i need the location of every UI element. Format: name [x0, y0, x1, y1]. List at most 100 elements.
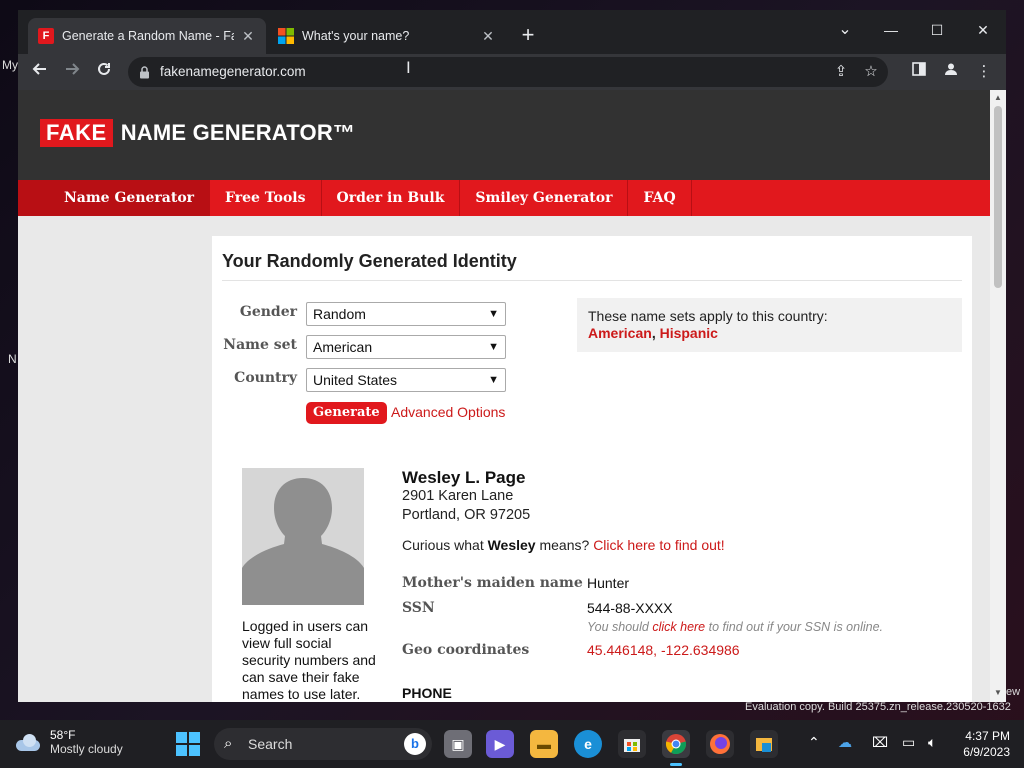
name-meaning-link[interactable]: Click here to find out! [593, 537, 725, 553]
store-icon[interactable] [618, 730, 646, 758]
address-street: 2901 Karen Lane [402, 488, 514, 504]
close-window-button[interactable]: ✕ [960, 16, 1006, 44]
logo-wordmark: NAME GENERATOR™ [120, 120, 356, 145]
chevron-down-icon: ▼ [488, 341, 499, 353]
text-cursor-icon: I [406, 58, 411, 77]
nav-free-tools[interactable]: Free Tools [210, 180, 322, 216]
page-scrollbar[interactable]: ▲ ▼ [990, 90, 1006, 702]
forward-arrow-icon [66, 63, 80, 75]
teams-chat-icon[interactable]: ▶ [486, 730, 514, 758]
nav-faq[interactable]: FAQ [628, 180, 692, 216]
taskbar: 58°F Mostly cloudy ⌕ Search b ▣ ▶ ▬ e ⌃ … [0, 720, 1024, 768]
onedrive-cloud-icon[interactable]: ☁ [838, 734, 852, 751]
nameset-link-hispanic[interactable]: Hispanic [660, 325, 718, 341]
tab-whats-your-name[interactable]: What's your name? ✕ [268, 18, 506, 54]
identity-card: Your Randomly Generated Identity Gender … [212, 236, 972, 702]
nav-name-generator[interactable]: Name Generator [48, 180, 211, 216]
gender-select[interactable]: Random ▼ [306, 302, 506, 326]
maiden-name-label: Mother's maiden name [402, 575, 583, 591]
reload-button[interactable] [91, 59, 117, 85]
task-view-icon[interactable]: ▣ [444, 730, 472, 758]
page-title: Your Randomly Generated Identity [222, 251, 517, 271]
side-panel-icon[interactable] [906, 59, 932, 85]
nav-smiley-generator[interactable]: Smiley Generator [460, 180, 629, 216]
scrollbar-thumb[interactable] [994, 106, 1002, 288]
avatar-placeholder-image [242, 468, 364, 605]
tab-search-dropdown-icon[interactable]: ⌄ [822, 16, 868, 44]
advanced-options-link[interactable]: Advanced Options [391, 404, 505, 420]
name-meaning-line: Curious what Wesley means? Click here to… [402, 537, 725, 553]
file-manager-icon[interactable] [750, 730, 778, 758]
tab-fake-name-generator[interactable]: F Generate a Random Name - Fake ✕ [28, 18, 266, 54]
chevron-down-icon: ▼ [488, 374, 499, 386]
site-navigation: Name Generator Free Tools Order in Bulk … [18, 180, 990, 216]
favicon-fake-name-generator: F [38, 28, 54, 44]
site-header: FAKE NAME GENERATOR™ [18, 90, 990, 180]
back-arrow-icon [32, 63, 46, 75]
show-hidden-icons-chevron-icon[interactable]: ⌃ [808, 734, 820, 751]
share-icon[interactable]: ⇪ [828, 59, 854, 85]
address-city: Portland, OR 97205 [402, 507, 531, 523]
gender-label: Gender [239, 304, 297, 320]
tab-title: What's your name? [302, 29, 410, 43]
desktop-icon-label: N [8, 352, 17, 366]
desktop-icon-label: My [2, 58, 18, 72]
logo-fake-badge: FAKE [40, 119, 113, 147]
chevron-down-icon: ▼ [488, 308, 499, 320]
ssn-value: 544-88-XXXX [587, 600, 673, 616]
login-note: Logged in users can view full social sec… [242, 618, 376, 702]
maiden-name-value: Hunter [587, 575, 630, 591]
firefox-icon[interactable] [706, 730, 734, 758]
nameset-label: Name set [223, 337, 297, 353]
ssn-label: SSN [402, 600, 435, 616]
reload-icon [98, 62, 110, 75]
display-icon[interactable]: ▭ [902, 734, 915, 751]
start-button-windows-icon[interactable] [176, 732, 200, 756]
bing-icon[interactable]: b [404, 733, 426, 755]
divider [222, 280, 962, 281]
ssn-check-link[interactable]: click here [652, 620, 705, 634]
country-label: Country [234, 370, 297, 386]
weather-temp: 58°F [50, 728, 76, 742]
network-icon[interactable]: ⌧ [872, 734, 888, 751]
menu-kebab-icon[interactable]: ⋮ [971, 59, 997, 85]
weather-widget[interactable]: 58°F Mostly cloudy [14, 728, 123, 756]
nameset-select[interactable]: American ▼ [306, 335, 506, 359]
phone-section-heading: PHONE [402, 685, 452, 701]
scroll-down-icon[interactable]: ▼ [990, 688, 1006, 697]
evaluation-watermark: Evaluation copy. Build 25375.zn_release.… [745, 701, 1011, 713]
address-bar[interactable]: fakenamegenerator.com ⇪ ☆ [128, 57, 888, 87]
browser-window: F Generate a Random Name - Fake ✕ What's… [18, 10, 1006, 702]
taskbar-search[interactable]: ⌕ Search b [214, 728, 432, 760]
maximize-button[interactable]: ☐ [914, 16, 960, 44]
site-logo[interactable]: FAKE NAME GENERATOR™ [40, 119, 355, 147]
lock-icon[interactable] [139, 57, 150, 87]
tab-strip: F Generate a Random Name - Fake ✕ What's… [18, 10, 1006, 54]
minimize-button[interactable]: — [868, 16, 914, 44]
search-icon: ⌕ [224, 735, 233, 752]
cloud-icon [14, 732, 42, 752]
nav-order-in-bulk[interactable]: Order in Bulk [322, 180, 461, 216]
back-button[interactable] [27, 59, 53, 85]
geo-label: Geo coordinates [402, 642, 530, 658]
nameset-link-american[interactable]: American [588, 325, 652, 341]
name-sets-info: These name sets apply to this country: A… [577, 298, 962, 352]
new-tab-button[interactable]: + [516, 24, 540, 48]
geo-coordinates-link[interactable]: 45.446148, -122.634986 [587, 642, 740, 658]
scroll-up-icon[interactable]: ▲ [990, 93, 1006, 102]
bookmark-star-icon[interactable]: ☆ [858, 59, 884, 85]
microsoft-favicon-icon [278, 28, 294, 44]
close-tab-icon[interactable]: ✕ [240, 28, 256, 45]
edge-browser-icon[interactable]: e [574, 730, 602, 758]
url-text: fakenamegenerator.com [160, 64, 306, 79]
browser-toolbar: fakenamegenerator.com ⇪ ☆ ⋮ [18, 54, 1006, 90]
profile-icon[interactable] [938, 59, 964, 85]
file-explorer-icon[interactable]: ▬ [530, 730, 558, 758]
country-select[interactable]: United States ▼ [306, 368, 506, 392]
close-tab-icon[interactable]: ✕ [480, 28, 496, 45]
generate-button[interactable]: Generate [306, 402, 387, 424]
volume-icon[interactable]: 🔈︎ [928, 734, 936, 751]
chrome-icon[interactable] [662, 730, 690, 766]
forward-button[interactable] [59, 59, 85, 85]
system-clock[interactable]: 4:37 PM 6/9/2023 [954, 728, 1010, 760]
